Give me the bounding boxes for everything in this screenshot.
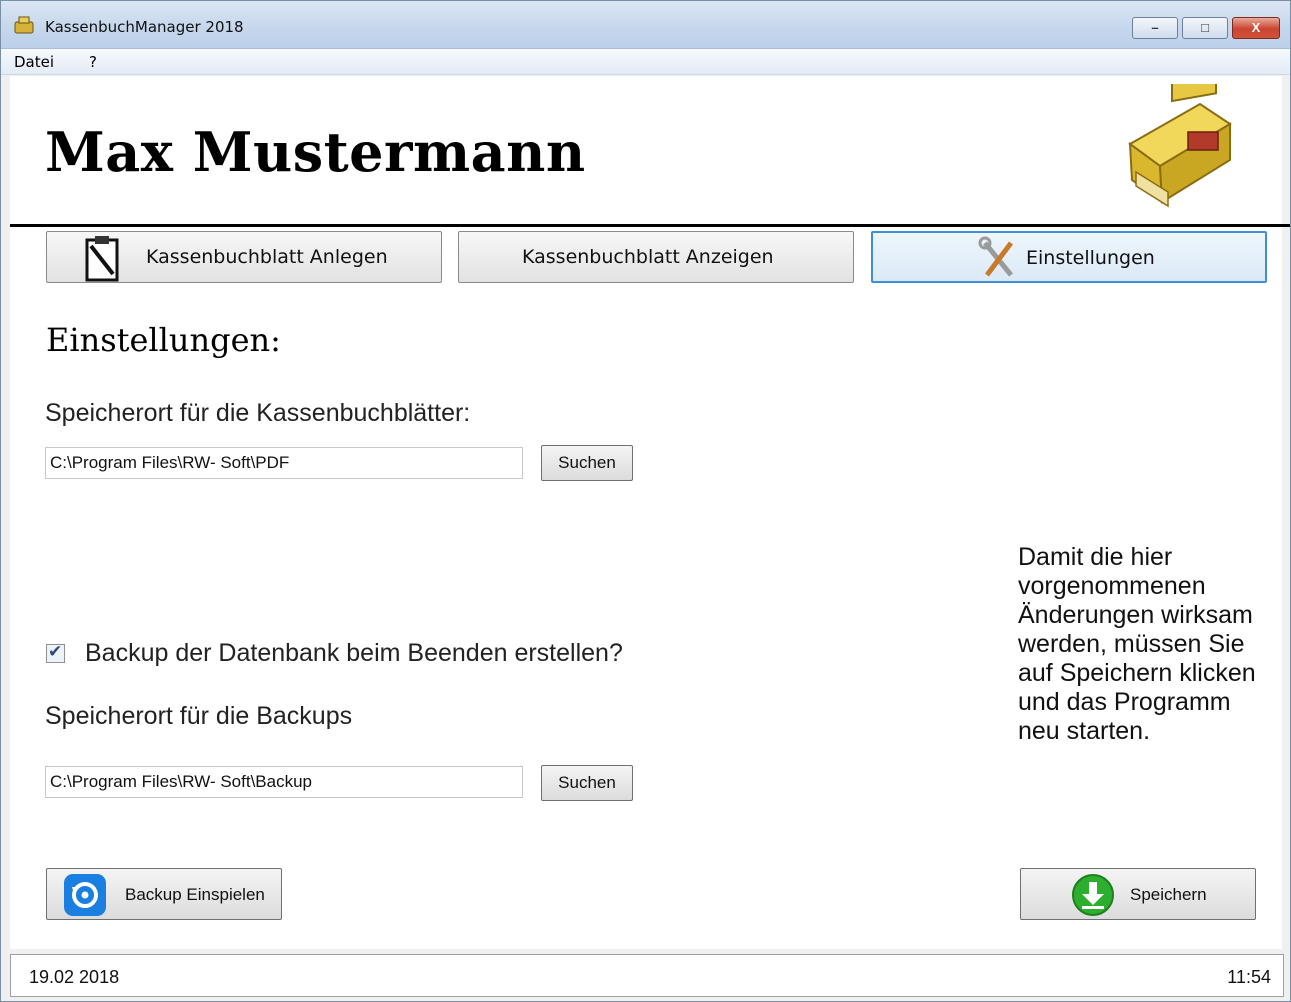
backup-search-button[interactable]: Suchen [541,765,633,801]
cash-register-icon [1128,84,1232,208]
download-save-icon [1072,874,1114,916]
user-name-heading: Max Mustermann [45,120,586,184]
show-sheet-button[interactable]: Kassenbuchblatt Anzeigen [458,231,854,283]
storage-path-input[interactable] [45,447,523,479]
save-button[interactable]: Speichern [1020,868,1256,920]
tools-icon [978,236,1013,277]
restore-icon [64,874,106,916]
create-sheet-label: Kassenbuchblatt Anlegen [146,246,388,268]
save-label: Speichern [1130,885,1207,904]
title-bar[interactable]: KassenbuchManager 2018 – □ X [1,1,1290,49]
cash-register-app-icon [14,16,34,34]
show-sheet-label: Kassenbuchblatt Anzeigen [522,246,774,268]
header-divider [10,224,1290,227]
status-date: 19.02 2018 [29,967,120,987]
menu-bar: Datei ? [1,49,1290,75]
main-panel: Max Mustermann Kassenbuchblatt Anlegen K… [10,76,1290,949]
status-time: 11:54 [1227,967,1271,987]
minimize-button[interactable]: – [1132,17,1178,39]
minimize-icon: – [1151,20,1159,35]
status-bar: 19.02 2018 11:54 [10,954,1284,997]
create-sheet-button[interactable]: Kassenbuchblatt Anlegen [46,231,442,283]
backup-checkbox-label: Backup der Datenbank beim Beenden erstel… [85,639,623,667]
menu-help[interactable]: ? [89,53,97,71]
maximize-icon: □ [1201,20,1209,35]
checkmark-icon: ✔ [48,642,63,661]
close-icon: X [1251,20,1261,35]
settings-tab-button[interactable]: Einstellungen [871,231,1267,283]
storage-search-button[interactable]: Suchen [541,445,633,481]
storage-label: Speicherort für die Kassenbuchblätter: [45,399,471,427]
restart-hint-text: Damit die hier vorgenommenen Änderungen … [1018,543,1256,745]
window-title: KassenbuchManager 2018 [45,18,244,36]
settings-tab-label: Einstellungen [1026,247,1155,269]
backup-location-label: Speicherort für die Backups [45,702,353,730]
clipboard-pen-icon [85,236,119,282]
maximize-button[interactable]: □ [1182,17,1228,39]
backup-on-exit-checkbox[interactable]: ✔ [46,642,65,663]
settings-title: Einstellungen: [46,321,281,359]
restore-backup-button[interactable]: Backup Einspielen [46,868,282,920]
restore-backup-label: Backup Einspielen [125,885,265,904]
close-button[interactable]: X [1232,17,1280,39]
menu-datei[interactable]: Datei [14,53,54,71]
backup-path-input[interactable] [45,766,523,798]
app-window: KassenbuchManager 2018 – □ X Datei ? Max… [0,0,1291,1002]
